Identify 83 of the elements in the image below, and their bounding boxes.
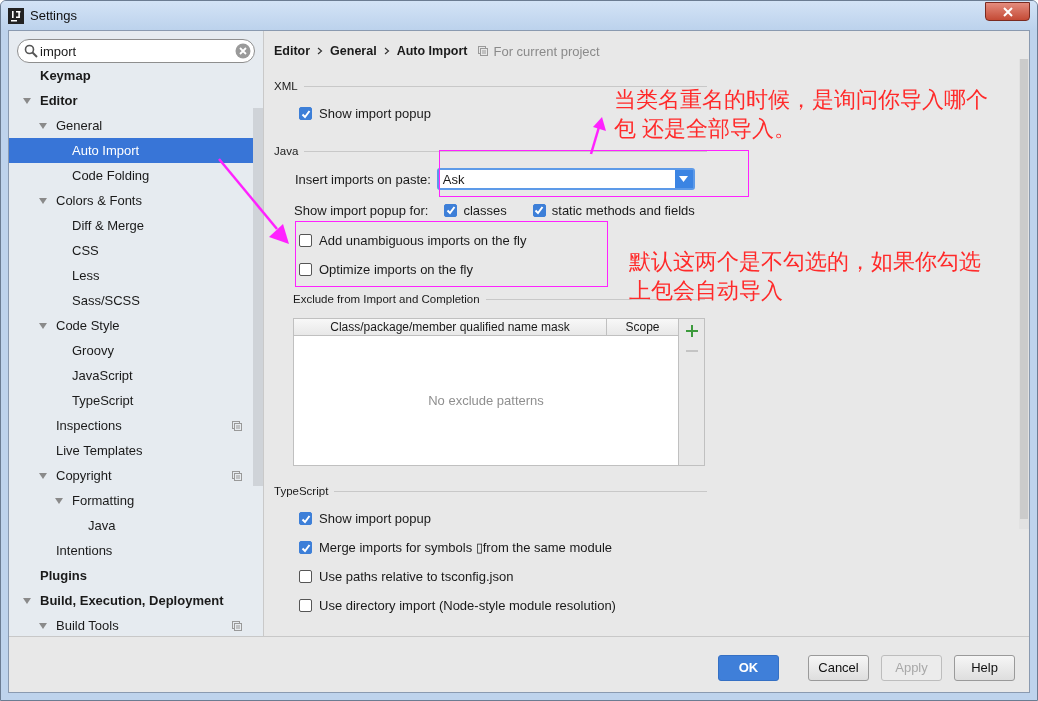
tree-item[interactable]: Live Templates [9,438,254,463]
caret-icon [679,176,689,182]
field-label: Insert imports on paste: [295,171,431,187]
tree-item[interactable]: Groovy [9,338,254,363]
breadcrumb-item[interactable]: Auto Import [396,44,468,58]
checkbox-label[interactable]: Add unambiguous imports on the fly [319,233,527,248]
checkbox-label[interactable]: classes [463,202,507,218]
search-field[interactable]: import [17,39,255,63]
dialog-button[interactable]: Help [954,654,1015,681]
scrollbar-thumb[interactable] [1020,59,1028,519]
checkbox-label[interactable]: static methods and fields [551,202,695,218]
expanded-triangle-icon [38,195,48,206]
annotation-note: 当类名重名的时候，是询问你导入哪个包 还是全部导入。 [614,86,989,143]
project-scope-icon [477,46,488,56]
tree-item[interactable]: Build Tools [9,613,254,636]
scope-note: For current project [493,43,600,59]
add-icon [685,325,698,337]
tree-item[interactable]: Copyright [9,463,254,488]
tree-item[interactable]: Editor [9,88,254,113]
tree-item[interactable]: Code Folding [9,163,254,188]
checkbox-label[interactable]: Optimize imports on the fly [319,262,473,277]
checkbox-label[interactable]: Show import popup [319,511,431,526]
tree-item[interactable]: General [9,113,254,138]
dialog-button[interactable]: Cancel [808,654,869,681]
tree-item[interactable]: Inspections [9,413,254,438]
column-header[interactable]: Scope [607,319,678,335]
tree-item[interactable]: Keymap [9,63,254,88]
checkbox-label[interactable]: Merge imports for symbols ▯from the same module [319,540,613,555]
checkbox[interactable] [299,263,312,276]
clear-icon [235,43,251,59]
checkbox[interactable] [532,203,546,217]
tree-item[interactable]: CSS [9,238,254,263]
expanded-triangle-icon [22,95,32,106]
tree-item[interactable]: Diff & Merge [9,213,254,238]
tree-item[interactable]: Less [9,263,254,288]
tree-item[interactable]: TypeScript [9,388,254,413]
section-title: Exclude from Import and Completion [293,293,480,305]
checkbox-label[interactable]: Show import popup [319,106,431,121]
checkbox[interactable] [299,570,312,583]
section-title: Java [274,145,299,157]
tree-item[interactable]: Plugins [9,563,254,588]
tree-item[interactable]: Code Style [9,313,254,338]
field-label: Show import popup for: [294,202,429,218]
expanded-triangle-icon [22,595,32,606]
tree-item[interactable]: Auto Import [9,138,254,163]
window-title: Settings [30,8,78,23]
scrollbar-thumb[interactable] [253,108,263,486]
checkbox-label[interactable]: Use directory import (Node-style module resolution) [319,598,616,613]
dialog-button[interactable]: OK [718,654,779,681]
column-header[interactable]: Class/package/member qualified name mask [294,319,607,335]
checkbox[interactable] [299,541,312,554]
checkbox-label[interactable]: Use paths relative to tsconfig.json [319,569,514,584]
scrollbar[interactable] [1019,59,1029,529]
checkbox[interactable] [299,599,312,612]
tree-item[interactable]: Intentions [9,538,254,563]
breadcrumb-item[interactable]: Editor [274,44,311,58]
app-logo-icon [8,7,24,24]
expanded-triangle-icon [38,320,48,331]
tree-item[interactable]: Sass/SCSS [9,288,254,313]
expanded-triangle-icon [38,470,48,481]
dropdown[interactable]: Ask [436,168,695,190]
tree-item[interactable]: Java [9,513,254,538]
checkbox[interactable] [299,512,312,525]
breadcrumb-item[interactable]: General [330,44,377,58]
tree-item[interactable]: Build, Execution, Deployment [9,588,254,613]
section-title: TypeScript [274,485,329,497]
checkbox[interactable] [299,234,312,247]
annotation-note: 默认这两个是不勾选的，如果你勾选上包会自动导入 [629,248,982,305]
expanded-triangle-icon [38,620,48,631]
chevron-icon [383,47,390,55]
expanded-triangle-icon [38,120,48,131]
chevron-icon [317,47,324,55]
close-icon [1002,6,1013,17]
expanded-triangle-icon [54,495,64,506]
empty-text: No exclude patterns [428,393,544,408]
close-button[interactable] [985,2,1030,21]
checkbox[interactable] [444,203,458,217]
section-title: XML [274,80,298,92]
search-icon [24,44,38,58]
tree-item[interactable]: Formatting [9,488,254,513]
checkbox[interactable] [299,107,312,120]
tree-item[interactable]: JavaScript [9,363,254,388]
tree-item[interactable]: Colors & Fonts [9,188,254,213]
